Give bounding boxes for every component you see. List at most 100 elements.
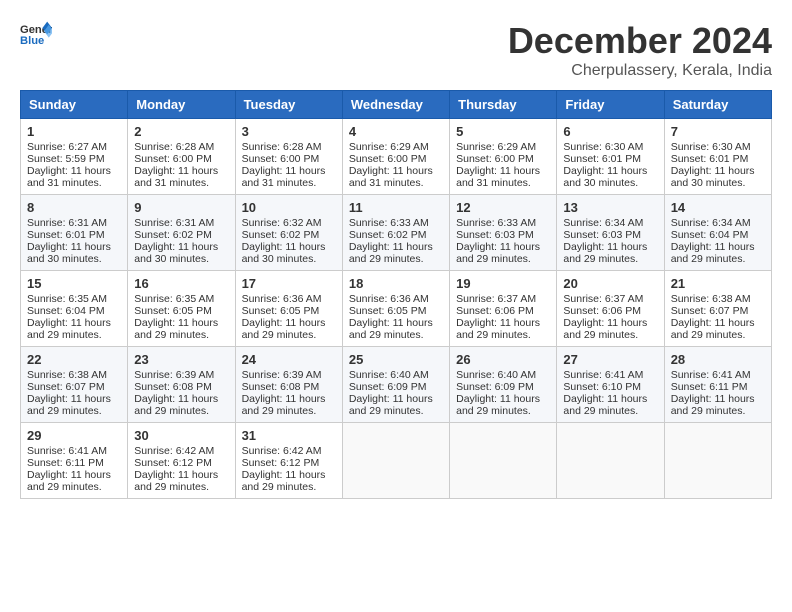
calendar-cell: 11Sunrise: 6:33 AMSunset: 6:02 PMDayligh…	[342, 195, 449, 271]
sunset-text: Sunset: 6:05 PM	[242, 305, 336, 317]
col-header-wednesday: Wednesday	[342, 91, 449, 119]
sunrise-text: Sunrise: 6:40 AM	[349, 369, 443, 381]
location-title: Cherpulassery, Kerala, India	[508, 62, 772, 80]
sunrise-text: Sunrise: 6:30 AM	[563, 141, 657, 153]
sunset-text: Sunset: 6:00 PM	[456, 153, 550, 165]
daylight-text: Daylight: 11 hours and 29 minutes.	[671, 317, 765, 341]
sunrise-text: Sunrise: 6:37 AM	[563, 293, 657, 305]
day-number: 25	[349, 352, 443, 367]
sunrise-text: Sunrise: 6:30 AM	[671, 141, 765, 153]
calendar-cell	[342, 423, 449, 499]
day-number: 23	[134, 352, 228, 367]
col-header-tuesday: Tuesday	[235, 91, 342, 119]
sunset-text: Sunset: 6:09 PM	[349, 381, 443, 393]
day-number: 2	[134, 124, 228, 139]
sunset-text: Sunset: 6:12 PM	[134, 457, 228, 469]
calendar-cell: 5Sunrise: 6:29 AMSunset: 6:00 PMDaylight…	[450, 119, 557, 195]
calendar-cell: 29Sunrise: 6:41 AMSunset: 6:11 PMDayligh…	[21, 423, 128, 499]
daylight-text: Daylight: 11 hours and 30 minutes.	[134, 241, 228, 265]
sunset-text: Sunset: 6:08 PM	[134, 381, 228, 393]
calendar-cell: 26Sunrise: 6:40 AMSunset: 6:09 PMDayligh…	[450, 347, 557, 423]
daylight-text: Daylight: 11 hours and 29 minutes.	[27, 469, 121, 493]
sunset-text: Sunset: 6:12 PM	[242, 457, 336, 469]
day-number: 29	[27, 428, 121, 443]
daylight-text: Daylight: 11 hours and 30 minutes.	[27, 241, 121, 265]
sunrise-text: Sunrise: 6:27 AM	[27, 141, 121, 153]
calendar-cell	[664, 423, 771, 499]
sunrise-text: Sunrise: 6:35 AM	[27, 293, 121, 305]
calendar-cell: 2Sunrise: 6:28 AMSunset: 6:00 PMDaylight…	[128, 119, 235, 195]
sunrise-text: Sunrise: 6:38 AM	[27, 369, 121, 381]
sunset-text: Sunset: 6:05 PM	[349, 305, 443, 317]
calendar-week-row: 1Sunrise: 6:27 AMSunset: 5:59 PMDaylight…	[21, 119, 772, 195]
calendar-week-row: 29Sunrise: 6:41 AMSunset: 6:11 PMDayligh…	[21, 423, 772, 499]
day-number: 8	[27, 200, 121, 215]
sunrise-text: Sunrise: 6:42 AM	[134, 445, 228, 457]
daylight-text: Daylight: 11 hours and 29 minutes.	[671, 241, 765, 265]
calendar-cell: 28Sunrise: 6:41 AMSunset: 6:11 PMDayligh…	[664, 347, 771, 423]
sunset-text: Sunset: 5:59 PM	[27, 153, 121, 165]
day-number: 27	[563, 352, 657, 367]
calendar-cell: 7Sunrise: 6:30 AMSunset: 6:01 PMDaylight…	[664, 119, 771, 195]
daylight-text: Daylight: 11 hours and 30 minutes.	[242, 241, 336, 265]
day-number: 4	[349, 124, 443, 139]
col-header-saturday: Saturday	[664, 91, 771, 119]
sunset-text: Sunset: 6:11 PM	[27, 457, 121, 469]
daylight-text: Daylight: 11 hours and 29 minutes.	[349, 317, 443, 341]
col-header-thursday: Thursday	[450, 91, 557, 119]
calendar-cell: 12Sunrise: 6:33 AMSunset: 6:03 PMDayligh…	[450, 195, 557, 271]
sunrise-text: Sunrise: 6:41 AM	[563, 369, 657, 381]
day-number: 21	[671, 276, 765, 291]
day-number: 22	[27, 352, 121, 367]
calendar-cell: 10Sunrise: 6:32 AMSunset: 6:02 PMDayligh…	[235, 195, 342, 271]
calendar-cell: 31Sunrise: 6:42 AMSunset: 6:12 PMDayligh…	[235, 423, 342, 499]
day-number: 26	[456, 352, 550, 367]
sunrise-text: Sunrise: 6:33 AM	[456, 217, 550, 229]
calendar-cell: 16 Sunrise: 6:35 AMSunset: 6:05 PMDayligh…	[128, 271, 235, 347]
calendar-cell: 8Sunrise: 6:31 AMSunset: 6:01 PMDaylight…	[21, 195, 128, 271]
daylight-text: Daylight: 11 hours and 29 minutes.	[134, 317, 228, 341]
sunset-text: Sunset: 6:10 PM	[563, 381, 657, 393]
daylight-text: Daylight: 11 hours and 31 minutes.	[134, 165, 228, 189]
sunrise-text: Sunrise: 6:31 AM	[134, 217, 228, 229]
calendar-week-row: 22Sunrise: 6:38 AMSunset: 6:07 PMDayligh…	[21, 347, 772, 423]
daylight-text: Daylight: 11 hours and 29 minutes.	[27, 393, 121, 417]
daylight-text: Daylight: 11 hours and 29 minutes.	[671, 393, 765, 417]
sunset-text: Sunset: 6:07 PM	[671, 305, 765, 317]
calendar-cell: 17Sunrise: 6:36 AMSunset: 6:05 PMDayligh…	[235, 271, 342, 347]
daylight-text: Daylight: 11 hours and 29 minutes.	[242, 469, 336, 493]
calendar-cell: 6Sunrise: 6:30 AMSunset: 6:01 PMDaylight…	[557, 119, 664, 195]
calendar-cell: 3Sunrise: 6:28 AMSunset: 6:00 PMDaylight…	[235, 119, 342, 195]
calendar-cell	[450, 423, 557, 499]
day-number: 17	[242, 276, 336, 291]
calendar-cell: 24Sunrise: 6:39 AMSunset: 6:08 PMDayligh…	[235, 347, 342, 423]
calendar-cell: 22Sunrise: 6:38 AMSunset: 6:07 PMDayligh…	[21, 347, 128, 423]
day-number: 16	[134, 276, 228, 291]
sunrise-text: Sunrise: 6:36 AM	[242, 293, 336, 305]
daylight-text: Daylight: 11 hours and 29 minutes.	[563, 241, 657, 265]
svg-text:Blue: Blue	[20, 35, 44, 47]
sunrise-text: Sunrise: 6:28 AM	[242, 141, 336, 153]
sunset-text: Sunset: 6:04 PM	[671, 229, 765, 241]
sunset-text: Sunset: 6:01 PM	[27, 229, 121, 241]
sunrise-text: Sunrise: 6:35 AM	[134, 293, 228, 305]
daylight-text: Daylight: 11 hours and 29 minutes.	[134, 393, 228, 417]
sunrise-text: Sunrise: 6:28 AM	[134, 141, 228, 153]
col-header-sunday: Sunday	[21, 91, 128, 119]
sunset-text: Sunset: 6:02 PM	[349, 229, 443, 241]
day-number: 15	[27, 276, 121, 291]
calendar-week-row: 8Sunrise: 6:31 AMSunset: 6:01 PMDaylight…	[21, 195, 772, 271]
daylight-text: Daylight: 11 hours and 29 minutes.	[456, 241, 550, 265]
sunrise-text: Sunrise: 6:33 AM	[349, 217, 443, 229]
calendar-cell: 9Sunrise: 6:31 AMSunset: 6:02 PMDaylight…	[128, 195, 235, 271]
sunset-text: Sunset: 6:05 PM	[134, 305, 228, 317]
day-number: 7	[671, 124, 765, 139]
day-number: 12	[456, 200, 550, 215]
daylight-text: Daylight: 11 hours and 30 minutes.	[563, 165, 657, 189]
day-number: 11	[349, 200, 443, 215]
calendar-cell: 21Sunrise: 6:38 AMSunset: 6:07 PMDayligh…	[664, 271, 771, 347]
day-number: 19	[456, 276, 550, 291]
logo-icon: General Blue	[20, 20, 52, 48]
sunset-text: Sunset: 6:00 PM	[349, 153, 443, 165]
sunrise-text: Sunrise: 6:29 AM	[456, 141, 550, 153]
